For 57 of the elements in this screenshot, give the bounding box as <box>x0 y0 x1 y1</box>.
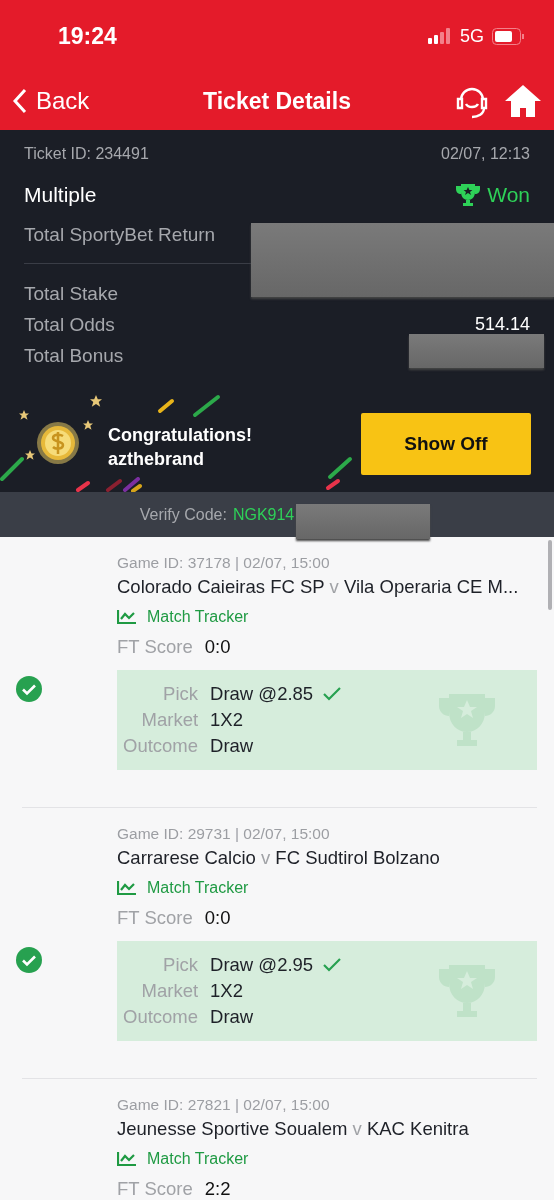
page-title: Ticket Details <box>203 87 351 114</box>
ticket-id: Ticket ID: 234491 <box>24 145 149 163</box>
market-value: 1X2 <box>210 980 244 1002</box>
score-label: FT Score <box>117 636 193 658</box>
bonus-label: Total Bonus <box>24 344 124 367</box>
network-label: 5G <box>460 25 484 47</box>
score-value: 0:0 <box>204 907 231 929</box>
score-value: 0:0 <box>204 636 231 658</box>
outcome-label: Outcome <box>123 1006 199 1028</box>
score-value: 2:2 <box>204 1178 231 1200</box>
username: azthebrand <box>108 448 205 471</box>
verify-label: Verify Code: <box>139 505 227 524</box>
match-tracker-link[interactable]: Match Tracker <box>117 879 537 897</box>
odds-label: Total Odds <box>24 313 115 336</box>
status-time: 19:24 <box>58 22 118 50</box>
pick-value: Draw @2.95 <box>210 954 314 976</box>
match-teams: Colorado Caieiras FC SP v Vila Operaria CE M... <box>117 576 520 598</box>
pick-label: Pick <box>162 683 199 705</box>
game-meta: Game ID: 37178 | 02/07, 15:00 <box>117 554 331 572</box>
match-teams: Jeunesse Sportive Soualem v KAC Kenitra <box>117 1118 470 1140</box>
battery-icon <box>492 27 524 45</box>
check-icon <box>323 687 342 701</box>
congrats-text: Congratulations! <box>108 424 252 447</box>
pick-label: Pick <box>162 954 199 976</box>
market-value: 1X2 <box>210 709 244 731</box>
chevron-left-icon <box>12 88 28 114</box>
trophy-icon <box>455 183 482 207</box>
ticket-datetime: 02/07, 12:13 <box>441 145 530 163</box>
stake-label: Total Stake <box>24 282 118 305</box>
match-tracker-link[interactable]: Match Tracker <box>117 1150 537 1168</box>
chart-icon <box>117 880 137 896</box>
coin-icon <box>36 421 80 465</box>
outcome-value: Draw <box>210 1006 255 1028</box>
score-label: FT Score <box>117 907 193 929</box>
home-icon[interactable] <box>504 84 542 118</box>
chart-icon <box>117 1151 137 1167</box>
game-meta: Game ID: 29731 | 02/07, 15:00 <box>117 825 331 843</box>
outcome-label: Outcome <box>123 735 199 757</box>
chart-icon <box>117 609 137 625</box>
bet-type: Multiple <box>24 183 97 207</box>
match-tracker-link[interactable]: Match Tracker <box>117 608 537 626</box>
match-teams: Carrarese Calcio v FC Sudtirol Bolzano <box>117 847 441 869</box>
show-off-button[interactable]: Show Off <box>361 413 531 475</box>
outcome-value: Draw <box>210 735 255 757</box>
odds-value: 514.14 <box>474 314 530 335</box>
game-meta: Game ID: 27821 | 02/07, 15:00 <box>117 1096 331 1114</box>
check-icon <box>323 958 342 972</box>
return-label: Total SportyBet Return <box>24 224 216 246</box>
signal-icon <box>428 28 452 44</box>
market-label: Market <box>140 980 199 1002</box>
back-button[interactable]: Back <box>12 87 90 115</box>
verify-code: NGK914 <box>232 505 295 524</box>
scrollbar <box>548 540 552 610</box>
status-label: Won <box>455 183 530 207</box>
market-label: Market <box>140 709 199 731</box>
score-label: FT Score <box>117 1178 193 1200</box>
pick-value: Draw @2.85 <box>210 683 314 705</box>
